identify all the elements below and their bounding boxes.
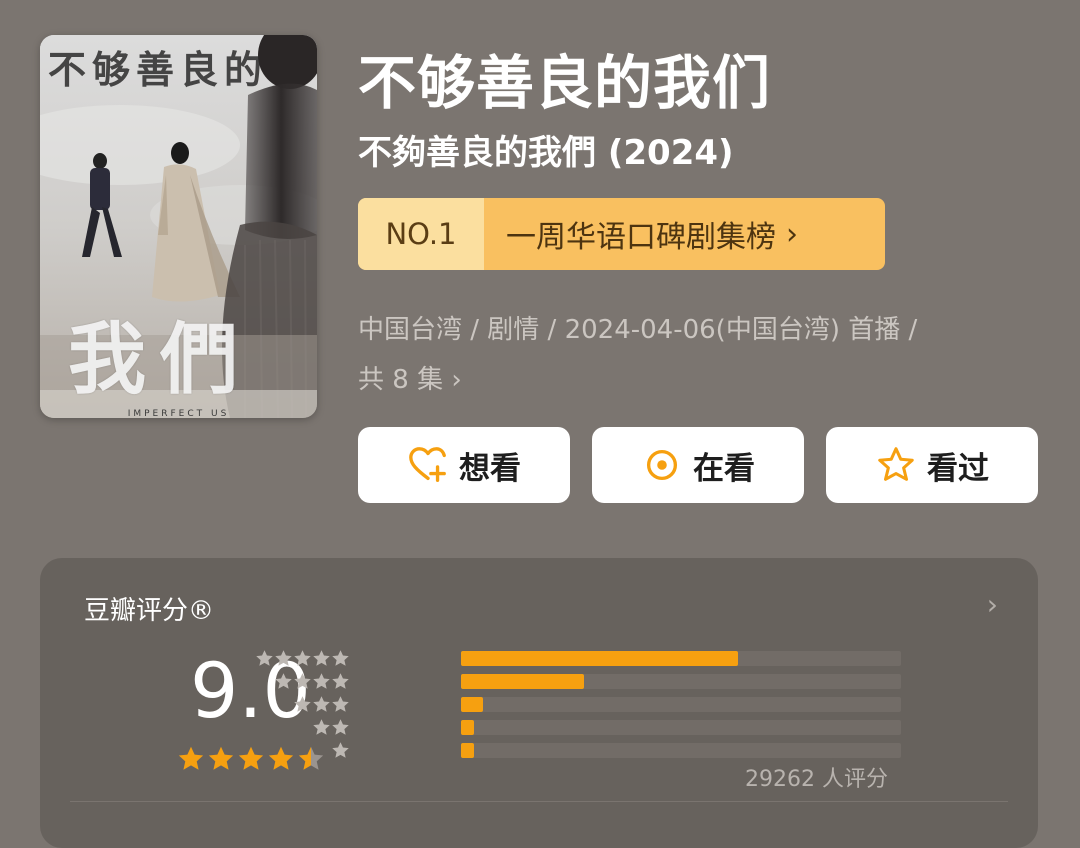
- star-icon: [275, 673, 292, 689]
- rating-label: 豆瓣评分®: [84, 596, 215, 626]
- divider: [70, 801, 1008, 802]
- poster-logo-art: 我們: [68, 314, 253, 405]
- rating-bar-fill: [461, 674, 585, 689]
- star-icon: [332, 673, 349, 689]
- heart-plus-icon: [409, 447, 446, 482]
- star-icon: [313, 696, 330, 712]
- star-icon: [332, 719, 349, 735]
- target-icon: [646, 449, 678, 481]
- rating-bar-fill: [461, 651, 739, 666]
- star-icon: [332, 650, 349, 666]
- rating-bar: [461, 743, 901, 758]
- star-icon: [294, 650, 311, 666]
- star-outline-icon: [878, 447, 914, 481]
- star-icon: [313, 650, 330, 666]
- chevron-right-icon[interactable]: ›: [987, 588, 998, 621]
- watching-button[interactable]: 在看: [592, 427, 804, 503]
- rating-row-stars: [255, 695, 350, 714]
- rating-row-stars: [255, 672, 350, 691]
- ranking-badge[interactable]: NO.1 一周华语口碑剧集榜 ›: [358, 198, 885, 270]
- watched-label: 看过: [927, 450, 989, 487]
- star-icon: [208, 746, 234, 770]
- star-icon: [332, 696, 349, 712]
- rating-row-stars: [255, 718, 350, 737]
- watching-label: 在看: [693, 450, 755, 487]
- watched-button[interactable]: 看过: [826, 427, 1038, 503]
- chevron-right-icon: ›: [786, 216, 798, 252]
- chevron-right-icon: ›: [451, 365, 462, 395]
- rating-bar-fill: [461, 743, 475, 758]
- star-icon: [178, 746, 204, 770]
- douban-rating-card[interactable]: 豆瓣评分® › 9.0 29262 人评分: [40, 558, 1038, 848]
- page-title: 不够善良的我们: [358, 49, 772, 117]
- want-to-watch-button[interactable]: 想看: [358, 427, 570, 503]
- rating-bar: [461, 720, 901, 735]
- ranking-label-wrap: 一周华语口碑剧集榜 ›: [484, 198, 885, 270]
- ranking-number: NO.1: [358, 198, 484, 270]
- ranking-label: 一周华语口碑剧集榜: [506, 220, 776, 255]
- star-icon: [313, 719, 330, 735]
- poster-image[interactable]: 不够善良的 我們 IMPERFECT US: [40, 35, 317, 418]
- original-title: 不夠善良的我們 (2024): [358, 133, 734, 173]
- star-icon: [275, 650, 292, 666]
- rating-bar: [461, 651, 901, 666]
- action-buttons: 想看 在看 看过: [358, 427, 1038, 503]
- rating-bar: [461, 697, 901, 712]
- rating-bar-fill: [461, 697, 483, 712]
- show-meta[interactable]: 中国台湾 / 剧情 / 2024-04-06(中国台湾) 首播 / 共 8 集 …: [358, 305, 1038, 405]
- star-icon: [332, 742, 349, 758]
- rating-bar: [461, 674, 901, 689]
- rating-row-stars: [255, 649, 350, 668]
- meta-info: 中国台湾 / 剧情 / 2024-04-06(中国台湾) 首播 /: [358, 315, 918, 345]
- star-icon: [313, 673, 330, 689]
- episode-count: 共 8 集: [358, 365, 444, 395]
- rating-bar-fill: [461, 720, 475, 735]
- want-to-watch-label: 想看: [459, 450, 521, 487]
- star-icon: [294, 673, 311, 689]
- poster-title-art: 不够善良的: [48, 47, 269, 92]
- star-icon: [256, 650, 273, 666]
- poster-english-title: IMPERFECT US: [127, 409, 230, 418]
- star-icon: [294, 696, 311, 712]
- rating-row-stars: [255, 741, 350, 760]
- rating-count: 29262 人评分: [745, 767, 888, 792]
